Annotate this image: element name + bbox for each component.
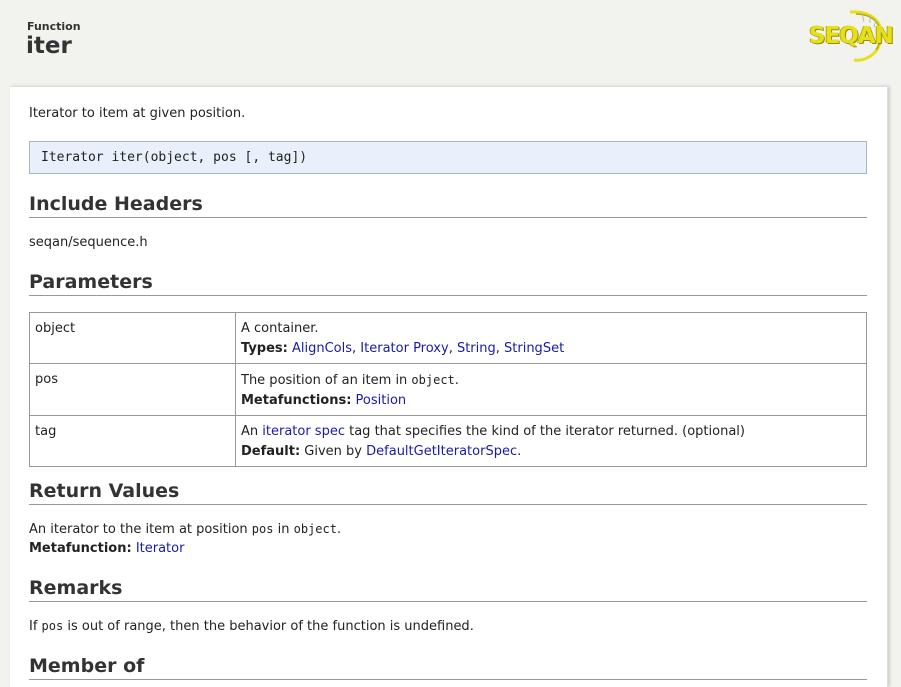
param-description-text: An: [241, 424, 263, 439]
section-return-values: Return Values: [29, 480, 867, 505]
param-description: A container. Types: AlignCols, Iterator …: [235, 312, 867, 364]
param-description: The position of an item in object. Metaf…: [235, 363, 867, 416]
param-description-text: tag that specifies the kind of the itera…: [344, 424, 745, 439]
table-row: tag An iterator spec tag that specifies …: [29, 415, 867, 467]
page-title: iter: [26, 33, 72, 59]
param-meta-text: Given by: [300, 444, 367, 459]
remarks-text-part: is out of range, then the behavior of th…: [63, 619, 474, 634]
return-code: pos: [251, 522, 274, 536]
link-aligncols[interactable]: AlignCols: [292, 341, 352, 356]
return-value-description: An iterator to the item at position pos …: [29, 520, 341, 558]
return-text: An iterator to the item at position: [29, 522, 252, 537]
param-code: object: [411, 373, 455, 387]
section-include-headers: Include Headers: [29, 193, 867, 218]
link-default-get-iterator-spec[interactable]: DefaultGetIteratorSpec: [366, 444, 517, 459]
function-signature: Iterator iter(object, pos [, tag]): [29, 141, 867, 174]
table-row: object A container. Types: AlignCols, It…: [29, 312, 867, 364]
param-description-text: .: [454, 373, 459, 388]
seqan-logo[interactable]: SEQAN: [806, 8, 894, 64]
param-meta-text: .: [517, 444, 522, 459]
return-text: in: [273, 522, 294, 537]
link-position[interactable]: Position: [356, 393, 407, 408]
param-description-text: A container.: [241, 321, 319, 336]
page-header: Function iter SEQAN: [0, 0, 901, 86]
link-stringset[interactable]: StringSet: [504, 341, 564, 356]
remarks-code: pos: [41, 619, 64, 633]
parameters-table: object A container. Types: AlignCols, It…: [29, 312, 867, 467]
remarks-text-part: If: [29, 619, 42, 634]
param-meta-label: Metafunctions:: [241, 393, 352, 408]
return-code: object: [293, 522, 337, 536]
link-iterator-proxy[interactable]: Iterator Proxy: [360, 341, 448, 356]
param-description: An iterator spec tag that specifies the …: [235, 415, 867, 467]
section-remarks: Remarks: [29, 577, 867, 602]
function-summary: Iterator to item at given position.: [29, 106, 246, 121]
entity-kind: Function: [27, 20, 81, 33]
link-iterator-spec[interactable]: iterator spec: [262, 424, 345, 439]
table-row: pos The position of an item in object. M…: [29, 363, 867, 416]
include-header-path: seqan/sequence.h: [29, 235, 148, 250]
remarks-text: If pos is out of range, then the behavio…: [29, 617, 474, 636]
section-parameters: Parameters: [29, 271, 867, 296]
link-string[interactable]: String: [457, 341, 496, 356]
link-iterator[interactable]: Iterator: [136, 541, 185, 556]
param-meta-label: Types:: [241, 341, 288, 356]
param-name: pos: [29, 363, 236, 416]
main-content: Iterator to item at given position. Iter…: [10, 86, 888, 687]
section-member-of: Member of: [29, 655, 867, 680]
return-text: .: [336, 522, 342, 537]
logo-text: SEQAN: [809, 23, 894, 49]
return-meta-label: Metafunction:: [29, 541, 132, 556]
param-name: tag: [29, 415, 236, 467]
param-name: object: [29, 312, 236, 364]
param-meta-label: Default:: [241, 444, 301, 459]
param-description-text: The position of an item in: [241, 373, 412, 388]
